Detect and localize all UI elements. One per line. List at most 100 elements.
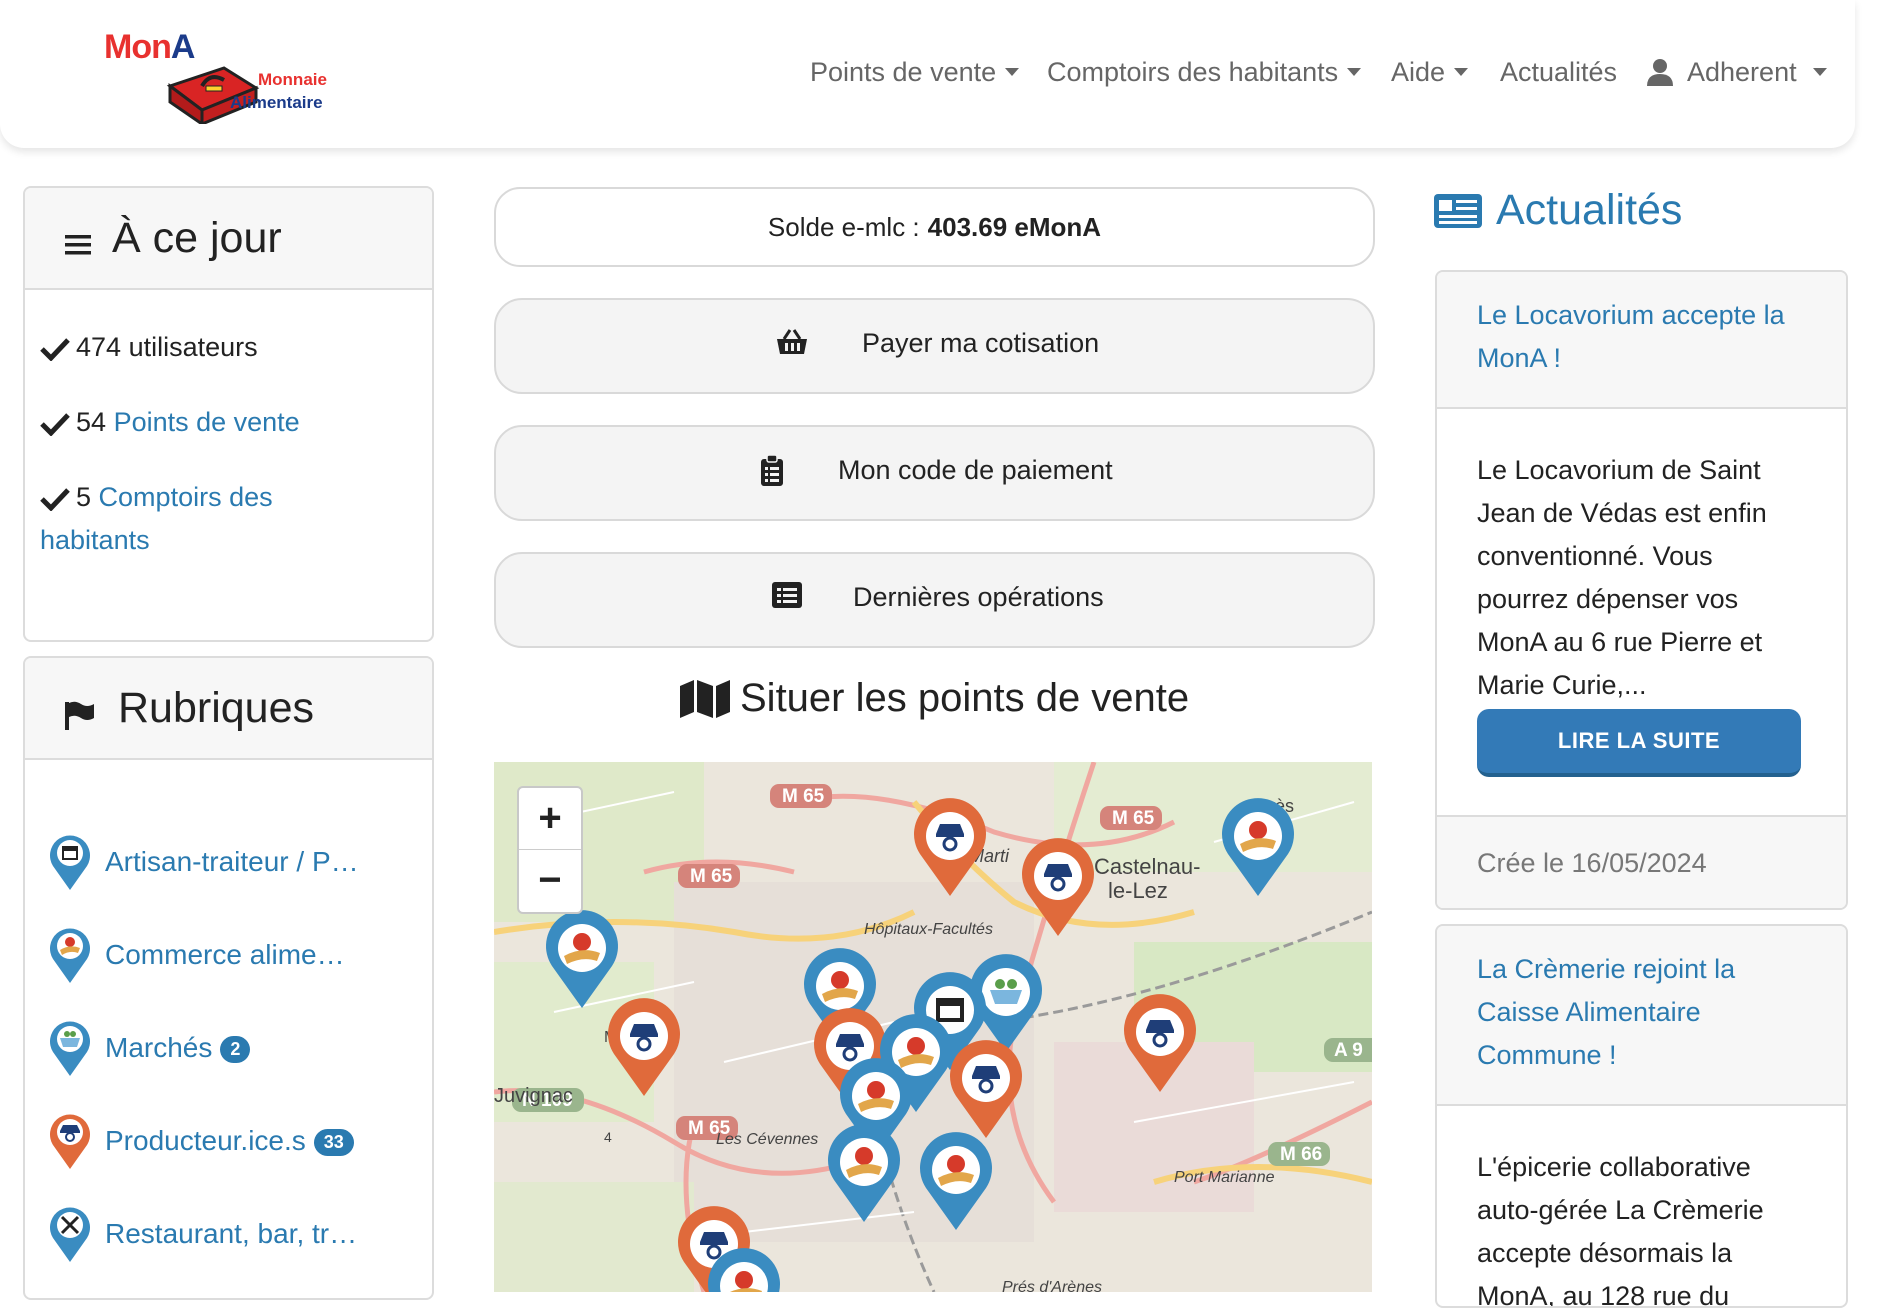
svg-text:M 65: M 65 <box>782 786 825 807</box>
rubrique-label: Marchés 2 <box>105 1032 251 1064</box>
balance-label: Solde e-mlc : <box>767 211 920 242</box>
rubrique-text: Producteur.ice.s <box>105 1125 306 1156</box>
chevron-down-icon <box>1347 68 1362 76</box>
top-navbar: MonA Monnaie Alimentaire Points de vente… <box>0 0 1855 148</box>
svg-text:A 9: A 9 <box>1334 1040 1363 1061</box>
nav-adherent-label: Adherent <box>1687 56 1797 87</box>
pay-subscription-button[interactable]: Payer ma cotisation <box>494 298 1375 394</box>
map-tiles[interactable]: M 65 M 65 M 65 M 65 M 66 N 109 A 9 Caste… <box>494 762 1372 1292</box>
nav-points-de-vente[interactable]: Points de vente <box>810 52 1020 92</box>
last-operations-button[interactable]: Dernières opérations <box>494 552 1375 648</box>
basket-icon <box>777 329 807 354</box>
zoom-out-button[interactable]: − <box>519 850 581 911</box>
map-heading: Situer les points de vente <box>680 676 1189 721</box>
news-headline-link[interactable]: Le Locavorium accepte la MonA ! <box>1477 300 1785 373</box>
payment-code-label: Mon code de paiement <box>838 455 1113 485</box>
logo-line-1: Monnaie <box>258 70 327 89</box>
svg-text:Juvignac: Juvignac <box>494 1085 573 1107</box>
news-headline-link[interactable]: La Crèmerie rejoint la Caisse Alimentair… <box>1477 954 1735 1070</box>
news-excerpt: Le Locavorium de Saint Jean de Védas est… <box>1477 455 1767 700</box>
nav-aide-label: Aide <box>1391 56 1446 87</box>
rubriques-title: Rubriques <box>118 684 314 732</box>
rubrique-label: Producteur.ice.s 33 <box>105 1125 354 1157</box>
count-badge: 33 <box>313 1129 354 1157</box>
svg-text:Prés d'Arènes: Prés d'Arènes <box>1002 1279 1102 1292</box>
commerce-marker-icon <box>50 928 90 983</box>
rubrique-restaurant[interactable]: Restaurant, bar, traiteur <box>47 1202 387 1266</box>
svg-text:M 65: M 65 <box>1112 808 1155 829</box>
rubrique-marches[interactable]: Marchés 2 <box>47 1016 387 1080</box>
bars-icon <box>65 235 91 255</box>
logo-line-2: Alimentaire <box>230 93 323 112</box>
rubrique-label: Restaurant, bar, traiteur <box>105 1218 360 1249</box>
nav-comptoirs-label: Comptoirs des habitants <box>1047 56 1339 87</box>
last-operations-label: Dernières opérations <box>853 582 1104 612</box>
stat-points: 54 Points de vente <box>40 401 370 444</box>
flag-icon <box>65 701 94 730</box>
svg-text:4: 4 <box>604 1129 612 1145</box>
nav-comptoirs[interactable]: Comptoirs des habitants <box>1047 52 1362 92</box>
news-card-header: La Crèmerie rejoint la Caisse Alimentair… <box>1437 926 1846 1106</box>
marche-marker-icon <box>50 1021 90 1076</box>
svg-text:Les Cévennes: Les Cévennes <box>716 1131 818 1148</box>
today-card-header: À ce jour <box>25 188 432 290</box>
payment-code-button[interactable]: Mon code de paiement <box>494 425 1375 521</box>
artisan-marker-icon <box>50 835 90 890</box>
list-alt-icon <box>772 582 802 608</box>
rubrique-producteurs[interactable]: Producteur.ice.s 33 <box>47 1109 387 1173</box>
news-card-header: Le Locavorium accepte la MonA ! <box>1437 272 1846 409</box>
nav-actualites-label: Actualités <box>1500 56 1618 87</box>
rubrique-commerce[interactable]: Commerce alimentaire <box>47 923 387 987</box>
read-more-button[interactable]: LIRE LA SUITE <box>1477 709 1801 777</box>
newspaper-icon <box>1434 193 1482 228</box>
svg-text:Hôpitaux-Facultés: Hôpitaux-Facultés <box>864 921 993 938</box>
check-icon <box>40 413 70 436</box>
stat-users: 474 utilisateurs <box>40 326 370 369</box>
map-title: Situer les points de vente <box>740 676 1190 720</box>
chevron-down-icon <box>1812 68 1827 76</box>
comptoirs-count: 5 <box>76 482 92 512</box>
users-label: utilisateurs <box>128 332 258 362</box>
today-title: À ce jour <box>112 214 282 262</box>
news-card: Le Locavorium accepte la MonA ! Le Locav… <box>1435 270 1848 910</box>
news-heading[interactable]: Actualités <box>1434 186 1682 235</box>
points-map[interactable]: M 65 M 65 M 65 M 65 M 66 N 109 A 9 Caste… <box>494 762 1372 1292</box>
svg-text:M 66: M 66 <box>1280 1144 1322 1165</box>
rubrique-artisan[interactable]: Artisan-traiteur / Producteur <box>47 830 387 894</box>
zoom-in-button[interactable]: + <box>519 788 581 850</box>
user-icon <box>1647 59 1673 86</box>
svg-text:le-Lez: le-Lez <box>1108 878 1168 903</box>
clipboard-icon <box>761 455 783 486</box>
nav-points-label: Points de vente <box>810 56 997 87</box>
comptoirs-link[interactable]: Comptoirs des habitants <box>40 482 273 555</box>
balance-value: 403.69 eMonA <box>927 211 1102 242</box>
rubrique-label: Commerce alimentaire <box>105 939 360 970</box>
mona-logo[interactable]: MonA Monnaie Alimentaire <box>100 26 340 126</box>
svg-text:Port Marianne: Port Marianne <box>1174 1169 1275 1186</box>
map-zoom-control: + − <box>517 786 583 914</box>
rubrique-label: Artisan-traiteur / Producteur <box>105 846 360 877</box>
news-title: Actualités <box>1496 186 1683 234</box>
news-card-body: L'épicerie collaborative auto-gérée La C… <box>1437 1106 1846 1306</box>
users-count: 474 <box>76 332 122 362</box>
nav-actualites[interactable]: Actualités <box>1500 52 1617 92</box>
check-icon <box>40 488 70 511</box>
pay-subscription-label: Payer ma cotisation <box>862 328 1100 358</box>
chevron-down-icon <box>1005 68 1020 76</box>
news-card: La Crèmerie rejoint la Caisse Alimentair… <box>1435 924 1848 1308</box>
cash-box-icon <box>166 66 260 124</box>
points-count: 54 <box>76 407 107 437</box>
nav-adherent[interactable]: Adherent <box>1647 52 1827 92</box>
count-badge: 2 <box>220 1036 251 1064</box>
chevron-down-icon <box>1454 68 1469 76</box>
svg-text:M 65: M 65 <box>690 866 733 887</box>
nav-aide[interactable]: Aide <box>1391 52 1469 92</box>
check-icon <box>40 338 70 361</box>
news-card-body: Le Locavorium de Saint Jean de Védas est… <box>1437 409 1846 815</box>
news-date: Crée le 16/05/2024 <box>1437 815 1846 908</box>
points-de-vente-link[interactable]: Points de vente <box>114 407 300 437</box>
stat-comptoirs: 5 Comptoirs des habitants <box>40 476 370 562</box>
rubriques-card-header: Rubriques <box>25 658 432 760</box>
balance-box: Solde e-mlc :403.69 eMonA <box>494 187 1375 267</box>
restaurant-marker-icon <box>50 1207 90 1262</box>
